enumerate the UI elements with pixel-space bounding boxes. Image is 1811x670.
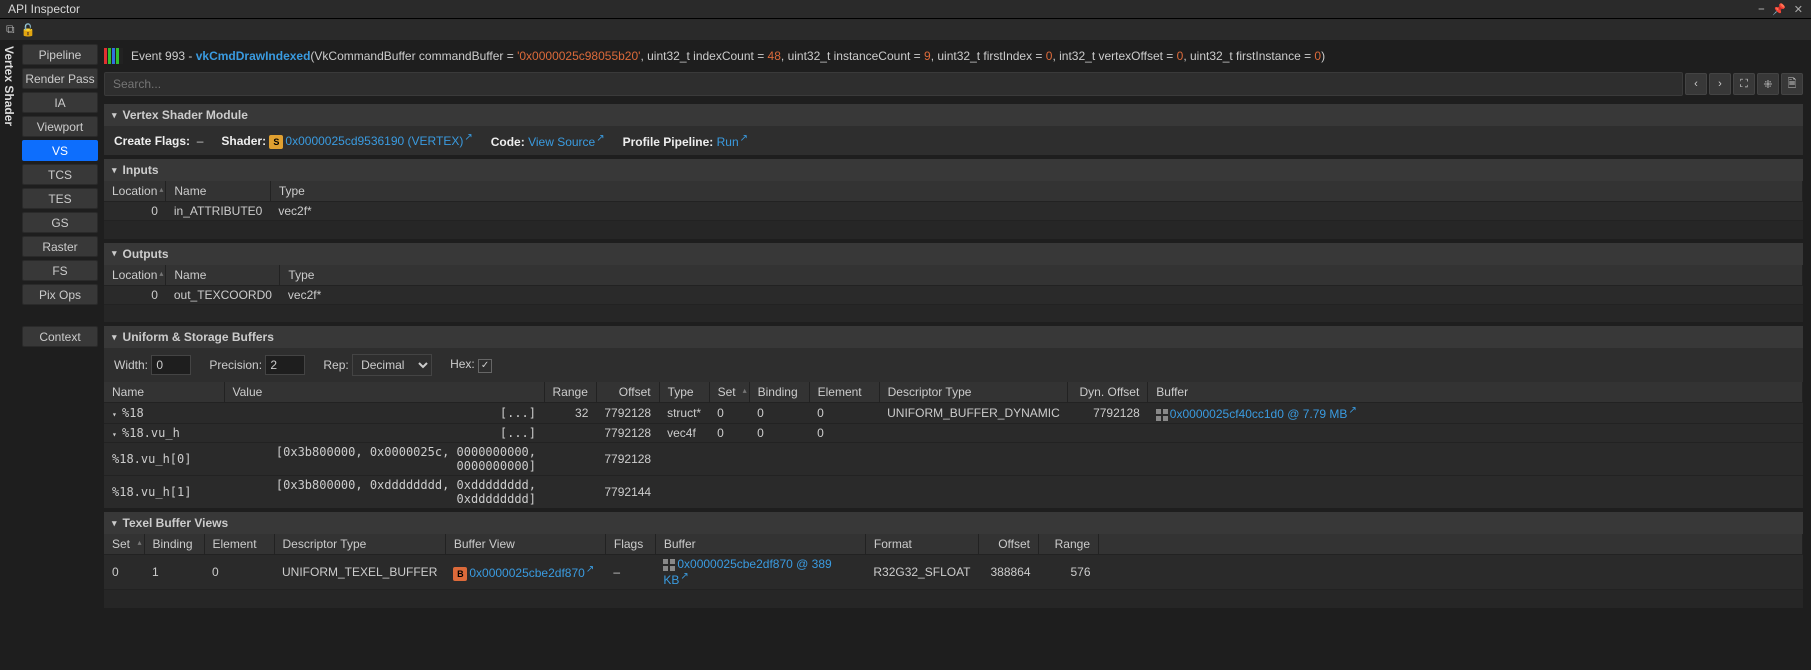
precision-input[interactable] <box>265 355 305 375</box>
sidebar-item-ia[interactable]: IA <box>22 92 98 113</box>
lock-icon[interactable]: 🔓 <box>21 23 36 37</box>
module-flags-row: Create Flags: – Shader: S0x0000025cd9536… <box>104 126 1803 155</box>
shader-badge-icon: S <box>269 135 283 149</box>
event-text: Event 993 - vkCmdDrawIndexed(VkCommandBu… <box>131 49 1325 63</box>
buffers-table: Name Value Range Offset Type Set▴ Bindin… <box>104 382 1803 508</box>
window-title-bar: API Inspector ⎯ 📌 ✕ <box>0 0 1811 18</box>
event-call-link[interactable]: vkCmdDrawIndexed <box>196 49 311 63</box>
col-type: Type <box>280 265 1803 286</box>
buffer-icon <box>1156 409 1168 421</box>
buffer-link[interactable]: 0x0000025cf40cc1d0 @ 7.79 MB <box>1170 407 1348 421</box>
table-row[interactable]: ▾%18[...]327792128struct*000UNIFORM_BUFF… <box>104 403 1803 424</box>
sidebar-item-viewport[interactable]: Viewport <box>22 116 98 137</box>
search-input[interactable] <box>104 72 1683 96</box>
profile-run-link[interactable]: Run <box>717 135 739 149</box>
sidebar-item-pix-ops[interactable]: Pix Ops <box>22 284 98 305</box>
sidebar-item-tcs[interactable]: TCS <box>22 164 98 185</box>
sidebar-item-tes[interactable]: TES <box>22 188 98 209</box>
col-location: Location▴ <box>104 265 166 286</box>
stage-vertical-label: Vertex Shader <box>0 40 18 670</box>
hex-checkbox[interactable]: ✓ <box>478 359 492 373</box>
nav-next-icon[interactable]: › <box>1709 73 1731 95</box>
table-row[interactable]: 010UNIFORM_TEXEL_BUFFERB0x0000025cbe2df8… <box>104 555 1803 590</box>
sidebar-item-vs[interactable]: VS <box>22 140 98 161</box>
table-row[interactable]: %18.vu_h[1][0x3b800000, 0xdddddddd, 0xdd… <box>104 476 1803 509</box>
rep-select[interactable]: Decimal <box>352 354 432 376</box>
fullscreen-icon[interactable]: ⛶ <box>1733 73 1755 95</box>
table-row[interactable]: ▾%18.vu_h[...]7792128vec4f000 <box>104 424 1803 443</box>
window-title: API Inspector <box>8 2 1759 16</box>
sidebar-item-render-pass[interactable]: Render Pass <box>22 68 98 89</box>
width-input[interactable] <box>151 355 191 375</box>
nav-prev-icon[interactable]: ‹ <box>1685 73 1707 95</box>
sidebar: Pipeline Render Pass IA Viewport VS TCS TES GS R… <box>18 40 104 670</box>
sidebar-item-gs[interactable]: GS <box>22 212 98 233</box>
col-name: Name <box>166 181 270 202</box>
shader-link[interactable]: 0x0000025cd9536190 (VERTEX) <box>285 134 463 148</box>
table-row[interactable]: 0in_ATTRIBUTE0vec2f* <box>104 202 1803 221</box>
sidebar-item-fs[interactable]: FS <box>22 260 98 281</box>
section-inputs-header[interactable]: ▾Inputs <box>104 159 1803 181</box>
section-outputs-header[interactable]: ▾Outputs <box>104 243 1803 265</box>
buffer-view-link[interactable]: 0x0000025cbe2df870 <box>469 566 584 580</box>
close-icon[interactable]: ✕ <box>1794 3 1803 16</box>
section-texel-header[interactable]: ▾Texel Buffer Views <box>104 512 1803 534</box>
sidebar-item-context[interactable]: Context <box>22 326 98 347</box>
pin-icon[interactable]: 📌 <box>1772 3 1786 16</box>
table-row[interactable]: 0out_TEXCOORD0vec2f* <box>104 285 1803 304</box>
event-line: Event 993 - vkCmdDrawIndexed(VkCommandBu… <box>104 44 1803 72</box>
minimize-icon[interactable]: ⎯ <box>1759 3 1765 16</box>
buffer-badge-icon: B <box>453 567 467 581</box>
sidebar-item-raster[interactable]: Raster <box>22 236 98 257</box>
col-type: Type <box>270 181 1802 202</box>
col-name: Name <box>166 265 280 286</box>
copy-icon[interactable]: ⧉ <box>6 22 15 37</box>
buffer-icon <box>663 559 675 571</box>
window-toolbar: ⧉ 🔓 <box>0 18 1811 40</box>
section-module-header[interactable]: ▾Vertex Shader Module <box>104 104 1803 126</box>
table-row[interactable]: %18.vu_h[0][0x3b800000, 0x0000025c, 0000… <box>104 443 1803 476</box>
outputs-table: Location▴ Name Type 0out_TEXCOORD0vec2f* <box>104 265 1803 323</box>
sidebar-item-pipeline[interactable]: Pipeline <box>22 44 98 65</box>
export-icon[interactable]: 🗎 <box>1781 73 1803 95</box>
col-location: Location▴ <box>104 181 166 202</box>
collapse-icon[interactable]: ⁜ <box>1757 73 1779 95</box>
inputs-table: Location▴ Name Type 0in_ATTRIBUTE0vec2f* <box>104 181 1803 239</box>
texel-table: Set▴ Binding Element Descriptor Type Buf… <box>104 534 1803 608</box>
main-panel: Event 993 - vkCmdDrawIndexed(VkCommandBu… <box>104 40 1811 670</box>
event-color-bars <box>104 48 123 64</box>
buffers-controls: Width: Precision: Rep: Decimal Hex: ✓ <box>104 348 1803 382</box>
section-buffers-header[interactable]: ▾Uniform & Storage Buffers <box>104 326 1803 348</box>
view-source-link[interactable]: View Source <box>528 135 595 149</box>
